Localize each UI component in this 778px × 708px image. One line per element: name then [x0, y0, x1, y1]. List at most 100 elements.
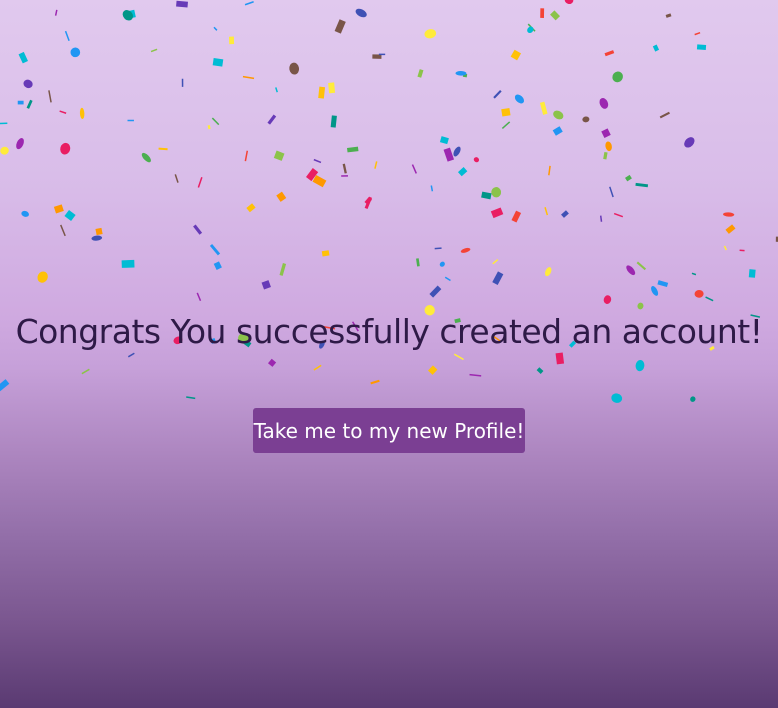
confetti-piece — [636, 261, 647, 271]
confetti-piece — [246, 203, 256, 213]
confetti-piece — [17, 100, 24, 105]
confetti-decoration — [0, 0, 778, 403]
confetti-piece — [723, 245, 728, 251]
confetti-piece — [355, 8, 367, 18]
confetti-piece — [186, 396, 196, 400]
confetti-piece — [545, 267, 552, 277]
confetti-piece — [0, 122, 8, 125]
confetti-piece — [492, 271, 504, 286]
confetti-piece — [599, 98, 609, 109]
confetti-piece — [491, 187, 502, 198]
confetti-piece — [416, 258, 420, 267]
confetti-piece — [59, 110, 67, 114]
confetti-piece — [603, 151, 608, 160]
confetti-piece — [536, 367, 544, 374]
confetti-piece — [289, 62, 300, 75]
confetti-piece — [313, 158, 322, 164]
confetti-piece — [510, 49, 522, 61]
confetti-piece — [207, 124, 211, 130]
confetti-piece — [64, 209, 76, 222]
confetti-piece — [705, 296, 714, 302]
confetti-piece — [430, 185, 434, 192]
confetti-piece — [244, 1, 254, 6]
confetti-piece — [64, 30, 70, 41]
confetti-piece — [18, 51, 28, 64]
confetti-piece — [242, 75, 255, 80]
confetti-piece — [605, 141, 612, 152]
confetti-piece — [428, 365, 438, 375]
confetti-piece — [158, 147, 168, 151]
go-to-profile-button[interactable]: Take me to my new Profile! — [253, 408, 525, 453]
confetti-piece — [244, 150, 249, 162]
confetti-piece — [637, 302, 644, 310]
confetti-piece — [0, 379, 10, 392]
confetti-piece — [213, 261, 222, 270]
confetti-piece — [211, 117, 220, 126]
confetti-piece — [23, 79, 33, 89]
confetti-piece — [514, 94, 525, 104]
confetti-piece — [0, 146, 9, 155]
page-title: Congrats You successfully created an acc… — [15, 312, 763, 351]
confetti-piece — [492, 258, 499, 265]
confetti-piece — [659, 111, 670, 119]
confetti-piece — [176, 0, 188, 8]
confetti-piece — [603, 295, 612, 305]
confetti-piece — [652, 44, 660, 52]
confetti-piece — [196, 292, 202, 302]
confetti-piece — [321, 250, 330, 257]
confetti-piece — [611, 393, 623, 403]
confetti-piece — [318, 86, 326, 99]
confetti-piece — [490, 207, 504, 219]
confetti-piece — [60, 142, 71, 155]
confetti-piece — [70, 47, 81, 58]
confetti-piece — [625, 174, 632, 182]
confetti-piece — [267, 358, 277, 367]
confetti-piece — [690, 396, 696, 402]
confetti-piece — [599, 215, 603, 222]
confetti-piece — [228, 36, 235, 45]
confetti-piece — [16, 138, 24, 150]
confetti-piece — [48, 90, 52, 103]
confetti-piece — [26, 99, 33, 109]
confetti-piece — [457, 167, 468, 177]
confetti-piece — [261, 280, 271, 290]
confetti-piece — [473, 157, 480, 163]
confetti-piece — [334, 19, 346, 34]
confetti-piece — [81, 368, 90, 375]
confetti-piece — [501, 108, 511, 117]
confetti-piece — [276, 191, 287, 202]
confetti-piece — [501, 121, 511, 129]
confetti-piece — [453, 353, 464, 361]
confetti-piece — [60, 224, 66, 237]
confetti-piece — [694, 290, 704, 298]
confetti-piece — [267, 114, 277, 125]
confetti-piece — [443, 147, 455, 162]
confetti-piece — [434, 247, 442, 250]
confetti-piece — [601, 128, 611, 138]
confetti-piece — [469, 373, 482, 377]
confetti-piece — [54, 9, 58, 16]
confetti-piece — [723, 212, 735, 217]
confetti-piece — [725, 224, 736, 234]
confetti-piece — [121, 259, 135, 268]
confetti-piece — [555, 352, 565, 365]
confetti-piece — [561, 210, 569, 218]
confetti-piece — [582, 116, 590, 123]
confetti-piece — [193, 224, 203, 235]
confetti-piece — [612, 71, 623, 83]
confetti-piece — [694, 32, 701, 36]
confetti-piece — [313, 364, 322, 371]
confetti-piece — [141, 152, 151, 163]
confetti-piece — [439, 261, 445, 267]
confetti-piece — [127, 352, 135, 358]
confetti-piece — [665, 13, 672, 18]
confetti-piece — [275, 87, 278, 93]
confetti-piece — [564, 0, 574, 5]
confetti-piece — [374, 161, 378, 169]
confetti-piece — [273, 150, 285, 161]
confetti-piece — [550, 10, 561, 21]
confetti-piece — [481, 191, 492, 200]
confetti-piece — [346, 146, 359, 153]
confetti-piece — [312, 174, 327, 188]
confetti-piece — [21, 210, 29, 217]
